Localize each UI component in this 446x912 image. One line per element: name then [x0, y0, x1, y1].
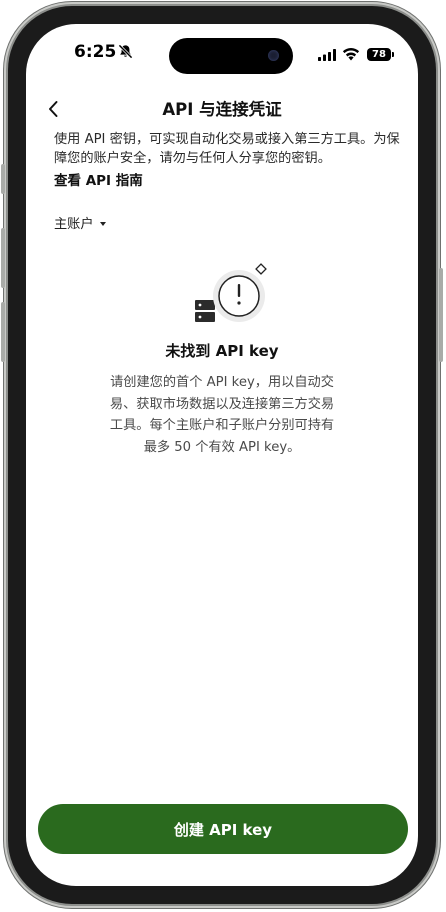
create-api-key-button[interactable]: 创建 API key	[38, 804, 408, 854]
battery-icon: 78	[367, 48, 391, 61]
power-button	[439, 268, 443, 362]
volume-down-button	[1, 302, 5, 362]
account-selector-label: 主账户	[54, 217, 94, 232]
account-selector[interactable]: 主账户	[54, 213, 106, 232]
status-bar: 6:25 78	[26, 24, 418, 80]
dynamic-island	[169, 38, 293, 74]
empty-state-title: 未找到 API key	[165, 342, 279, 360]
bell-slash-icon	[118, 44, 133, 59]
volume-up-button	[1, 228, 5, 288]
phone-frame: 6:25 78 API 与连接凭证 使用 API 密钥，可实现自动化交易或接入第…	[1, 6, 443, 904]
api-guide-link[interactable]: 查看 API 指南	[54, 169, 143, 189]
wifi-icon	[342, 47, 360, 61]
action-button	[1, 164, 5, 194]
battery-tip	[392, 52, 394, 57]
signal-icon	[318, 49, 336, 61]
caret-down-icon	[99, 221, 106, 226]
api-description: 使用 API 密钥，可实现自动化交易或接入第三方工具。为保障您的账户安全，请勿与…	[54, 132, 400, 166]
navigation-bar: API 与连接凭证	[26, 92, 418, 126]
front-camera	[268, 50, 279, 61]
status-time: 6:25	[74, 42, 117, 62]
screen: 6:25 78 API 与连接凭证 使用 API 密钥，可实现自动化交易或接入第…	[26, 24, 418, 886]
empty-state-description: 请创建您的首个 API key，用以自动交易、获取市场数据以及连接第三方交易工具…	[109, 375, 335, 455]
page-title: API 与连接凭证	[162, 100, 282, 119]
server-alert-icon	[195, 263, 267, 322]
